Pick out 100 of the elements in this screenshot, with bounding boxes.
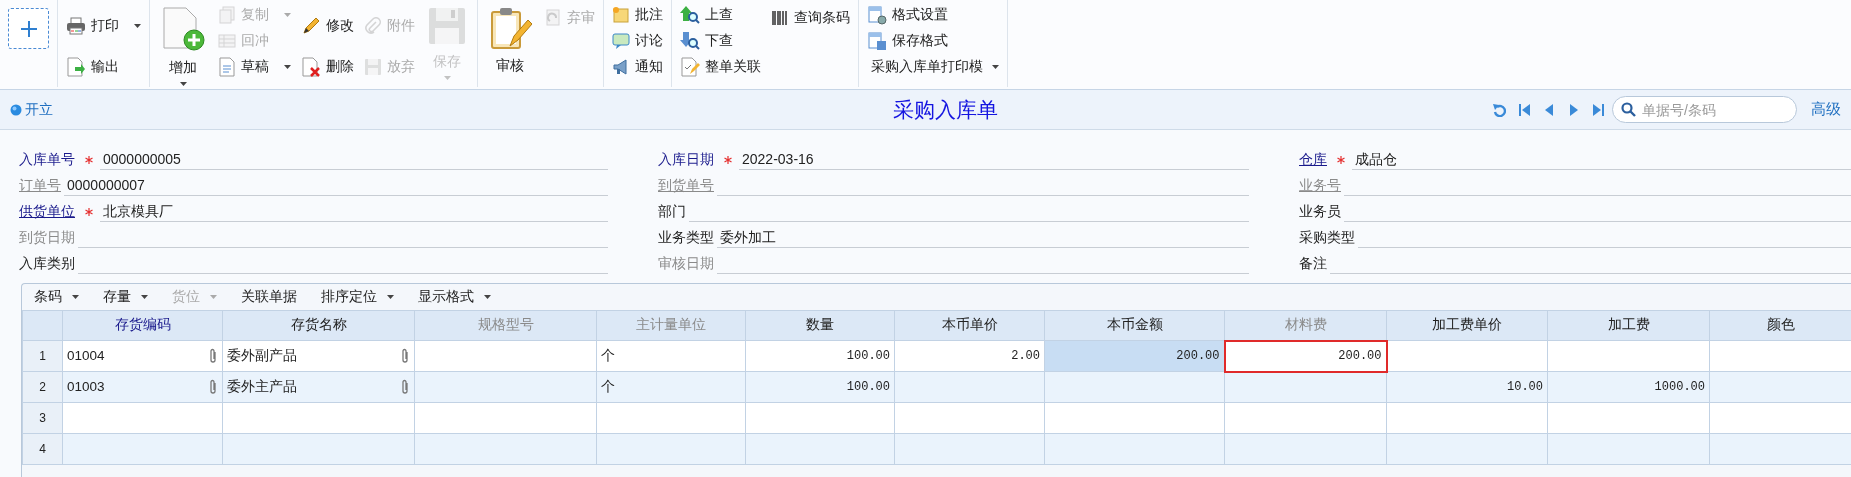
toolbar-button[interactable]: 采购入库单打印模 [867, 55, 999, 79]
floppy-icon [427, 6, 467, 46]
document-icon [218, 57, 236, 77]
toolbar-button[interactable]: 输出 [66, 55, 141, 79]
ledger-icon [218, 32, 236, 50]
note-icon [612, 6, 630, 24]
toolbar-button[interactable]: 讨论 [612, 29, 663, 53]
caret-icon [992, 65, 999, 69]
table-cell: 委外副产品 [222, 340, 415, 372]
grid-menu-button[interactable]: 存量 [103, 286, 148, 308]
first-page-button[interactable] [1517, 102, 1531, 117]
column-header[interactable]: 存货名称 [222, 310, 415, 341]
table-cell: 01003 [62, 371, 223, 403]
caret-icon [387, 295, 394, 299]
caret-icon [284, 65, 291, 69]
table-cell: 10.00 [1386, 371, 1548, 403]
field-label: 到货日期 [19, 229, 76, 247]
checklist-icon [680, 57, 700, 77]
input-field[interactable]: 0000000005 [100, 149, 608, 170]
input-field[interactable]: 委外加工 [717, 227, 1249, 248]
input-field[interactable]: 成品仓 [1352, 149, 1851, 170]
column-header[interactable]: 颜色 [1709, 310, 1851, 341]
required-icon [721, 153, 735, 167]
row-number: 3 [22, 402, 63, 434]
clipboard-icon [488, 6, 532, 50]
copy-icon [218, 6, 236, 24]
caret-icon [141, 295, 148, 299]
table-cell: 个 [596, 371, 746, 403]
field-label[interactable]: 供货单位 [19, 202, 78, 222]
barcode-icon [771, 9, 789, 27]
add-button[interactable] [8, 8, 49, 49]
toolbar-button[interactable]: 整单关联 [680, 55, 761, 79]
column-header[interactable]: 本币单价 [894, 310, 1045, 341]
delete-document-icon [301, 57, 321, 77]
toolbar-button[interactable]: 格式设置 [867, 3, 999, 27]
table-cell: 委外主产品 [222, 371, 415, 403]
toolbar-button[interactable]: 草稿 [218, 55, 291, 79]
caret-icon [284, 13, 291, 17]
status-label: 开立 [25, 100, 53, 119]
grid-menu-button[interactable]: 关联单据 [241, 286, 297, 308]
first-page-icon [1517, 102, 1531, 117]
grid-menu-button[interactable]: 排序定位 [321, 286, 394, 308]
printer-icon [66, 17, 86, 35]
toolbar-button[interactable]: 保存格式 [867, 29, 999, 53]
advanced-link[interactable]: 高级 [1811, 98, 1841, 121]
toolbar-button[interactable]: 增加 [158, 6, 208, 86]
floppy-icon [364, 58, 382, 76]
document-save-icon [867, 31, 887, 51]
field-label: 业务员 [1299, 203, 1342, 221]
paperclip-icon [364, 17, 382, 35]
row-number: 1 [22, 340, 63, 372]
field-label: 采购类型 [1299, 229, 1356, 247]
field-label: 入库日期 [658, 151, 715, 169]
table-cell: 个 [596, 340, 746, 372]
required-icon [82, 205, 96, 219]
export-icon [66, 57, 86, 77]
table-cell: 200.00 [1044, 340, 1225, 372]
last-page-icon [1592, 102, 1606, 117]
column-header[interactable]: 本币金额 [1044, 310, 1225, 341]
column-header[interactable]: 存货编码 [62, 310, 223, 341]
toolbar-button[interactable]: 审核 [486, 6, 534, 74]
table-cell: 2.00 [894, 340, 1045, 372]
column-header[interactable]: 数量 [745, 310, 895, 341]
column-header[interactable]: 加工费单价 [1386, 310, 1548, 341]
toolbar-button[interactable]: 通知 [612, 55, 663, 79]
last-page-button[interactable] [1592, 102, 1606, 117]
megaphone-icon [612, 58, 630, 76]
field-label: 审核日期 [658, 255, 715, 273]
field-label: 备注 [1299, 255, 1328, 273]
toolbar-button[interactable]: 修改 [301, 14, 354, 38]
search-field[interactable]: 单据号/条码 [1612, 96, 1797, 123]
input-field[interactable]: 2022-03-16 [739, 149, 1249, 170]
toolbar-button[interactable]: 查询条码 [771, 6, 850, 30]
field-label: 入库类别 [19, 255, 76, 273]
field-label: 部门 [658, 203, 687, 221]
refresh-icon [1492, 102, 1506, 117]
field-label: 入库单号 [19, 151, 76, 169]
document-gear-icon [867, 5, 887, 25]
required-icon [1334, 153, 1348, 167]
input-field[interactable]: 北京模具厂 [100, 201, 608, 222]
toolbar-button[interactable]: 批注 [612, 3, 663, 27]
table-cell: 1000.00 [1547, 371, 1710, 403]
table-cell: 100.00 [745, 371, 895, 403]
caret-icon [72, 295, 79, 299]
field-label[interactable]: 仓库 [1299, 150, 1330, 170]
toolbar-button[interactable]: 打印 [66, 14, 141, 38]
grid-menu-button[interactable]: 条码 [34, 286, 79, 308]
table-cell: 100.00 [745, 340, 895, 372]
required-icon [82, 153, 96, 167]
toolbar-button[interactable]: 上查 [680, 3, 761, 27]
search-icon [1621, 102, 1636, 117]
chat-icon [612, 32, 630, 50]
toolbar-button[interactable]: 删除 [301, 55, 354, 79]
table-cell: 200.00 [1224, 340, 1387, 372]
row-number: 2 [22, 371, 63, 403]
grid-menu-button[interactable]: 显示格式 [418, 286, 491, 308]
document-title: 采购入库单 [893, 97, 998, 123]
toolbar-button[interactable]: 下查 [680, 29, 761, 53]
refresh-button[interactable] [1492, 102, 1506, 117]
column-header[interactable]: 加工费 [1547, 310, 1710, 341]
